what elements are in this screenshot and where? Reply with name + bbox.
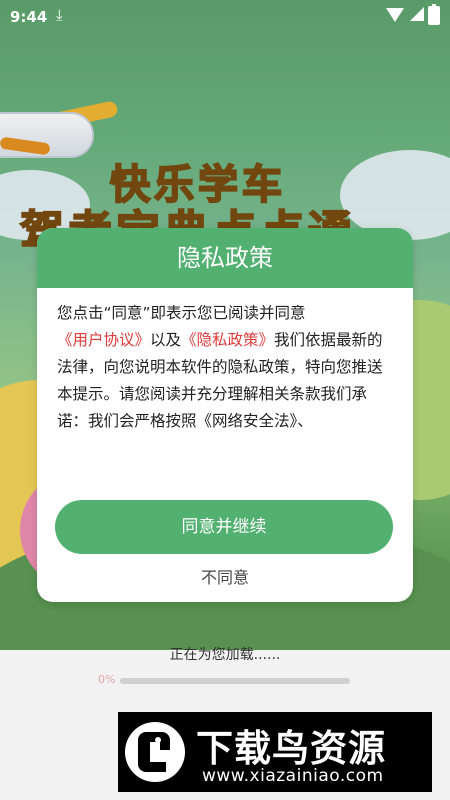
wifi-icon	[386, 8, 404, 22]
disagree-button[interactable]: 不同意	[37, 564, 413, 588]
loading-text: 正在为您加载......	[169, 647, 281, 663]
status-time: 9:44	[10, 8, 48, 26]
dialog-title: 隐私政策	[37, 228, 413, 288]
progress-bar	[120, 678, 350, 684]
agree-continue-button[interactable]: 同意并继续	[55, 500, 393, 554]
body-text: 以及	[150, 331, 182, 349]
body-text: 您点击“同意”即表示您已阅读并同意	[57, 304, 306, 322]
dialog-body: 您点击“同意”即表示您已阅读并同意《用户协议》以及《隐私政策》我们依据最新的法律…	[37, 288, 413, 460]
status-bar: 9:44 ⤓	[0, 0, 450, 34]
watermark-url: www.xiazainiao.com	[202, 766, 384, 786]
watermark-banner: 下载鸟资源 www.xiazainiao.com	[118, 712, 432, 792]
user-agreement-link[interactable]: 《用户协议》	[57, 331, 150, 349]
privacy-policy-link[interactable]: 《隐私政策》	[181, 331, 274, 349]
privacy-dialog: 隐私政策 您点击“同意”即表示您已阅读并同意《用户协议》以及《隐私政策》我们依据…	[37, 228, 413, 602]
watermark-brand: 下载鸟资源	[196, 727, 386, 770]
battery-icon	[428, 4, 440, 25]
download-icon: ⤓	[56, 6, 63, 24]
bird-logo-icon	[125, 722, 185, 782]
progress-percent: 0%	[98, 673, 116, 686]
signal-icon	[410, 7, 424, 21]
